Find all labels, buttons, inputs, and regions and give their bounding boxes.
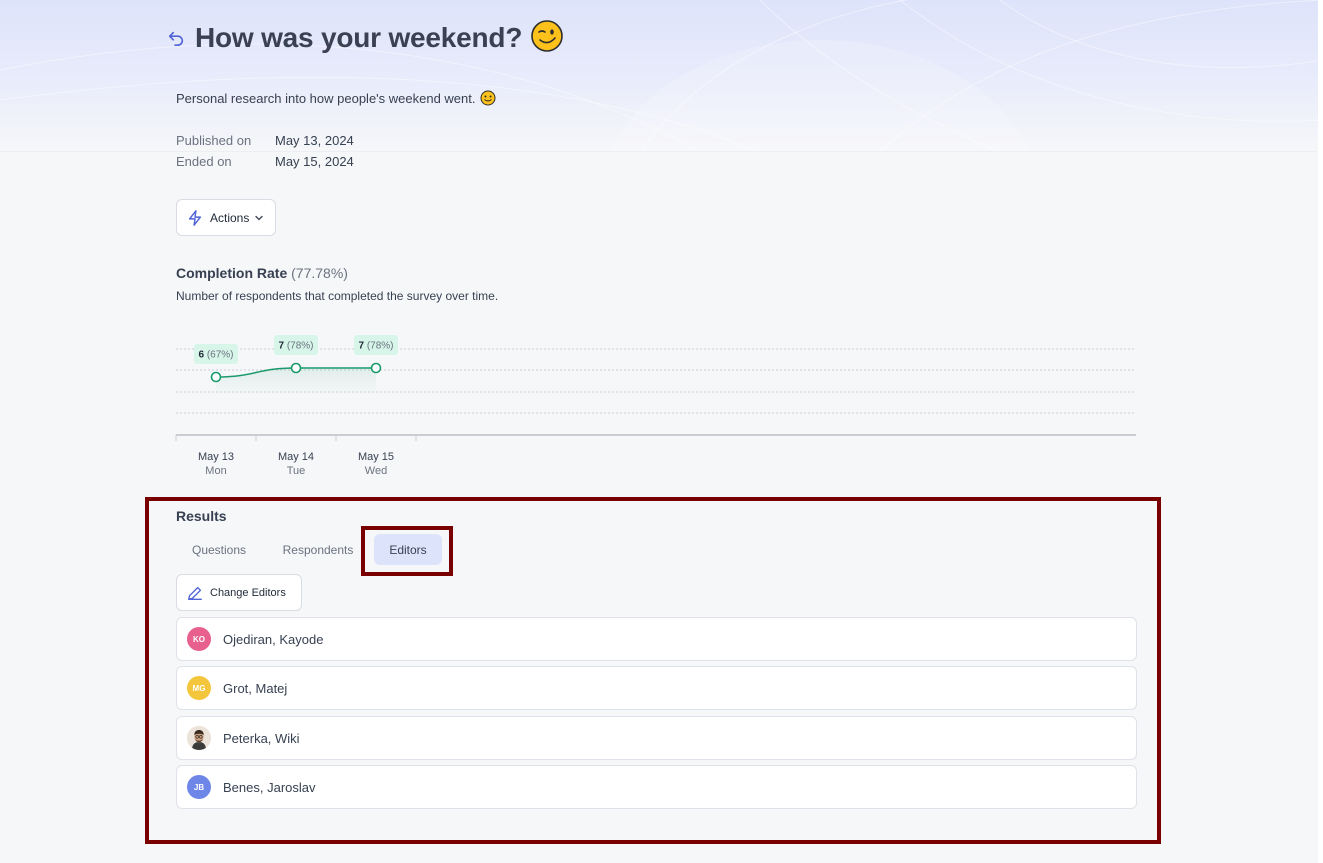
editor-row[interactable]: MG Grot, Matej [176, 666, 1137, 710]
editor-name: Ojediran, Kayode [223, 631, 324, 647]
results-title: Results [176, 508, 227, 524]
tab-respondents[interactable]: Respondents [274, 534, 362, 565]
completion-chart: 6 (67%) 7 (78%) 7 (78%) May 13 Mon May 14 Tue… [175, 335, 1136, 477]
editor-name: Benes, Jaroslav [223, 779, 316, 795]
data-label-text: 7 (78%) [278, 341, 313, 352]
x-tick-sublabel: Tue [287, 465, 306, 477]
avatar: KO [187, 627, 211, 651]
data-label: 7 (78%) [274, 335, 318, 355]
editor-name: Peterka, Wiki [223, 730, 300, 746]
editor-row[interactable]: JB Benes, Jaroslav [176, 765, 1137, 809]
avatar: JB [187, 775, 211, 799]
editor-row[interactable]: Peterka, Wiki [176, 716, 1137, 760]
data-point [210, 371, 222, 383]
change-editors-button[interactable]: Change Editors [176, 574, 302, 611]
x-tick-label: May 13 [198, 451, 234, 463]
editor-row[interactable]: KO Ojediran, Kayode [176, 617, 1137, 661]
data-point [290, 362, 302, 374]
x-tick-label: May 14 [278, 451, 314, 463]
x-tick-label: May 15 [358, 451, 394, 463]
data-label-text: 7 (78%) [358, 341, 393, 352]
data-point [370, 362, 382, 374]
avatar-photo [187, 726, 211, 750]
avatar: MG [187, 676, 211, 700]
data-label: 7 (78%) [354, 335, 398, 355]
x-tick-sublabel: Wed [365, 465, 387, 477]
editor-name: Grot, Matej [223, 680, 288, 696]
change-editors-label: Change Editors [210, 586, 286, 599]
tab-questions[interactable]: Questions [176, 534, 262, 565]
tab-editors-highlight [361, 526, 453, 576]
data-label-text: 6 (67%) [198, 350, 233, 361]
pencil-icon [188, 586, 202, 600]
data-label: 6 (67%) [194, 344, 238, 364]
x-tick-sublabel: Mon [205, 465, 226, 477]
